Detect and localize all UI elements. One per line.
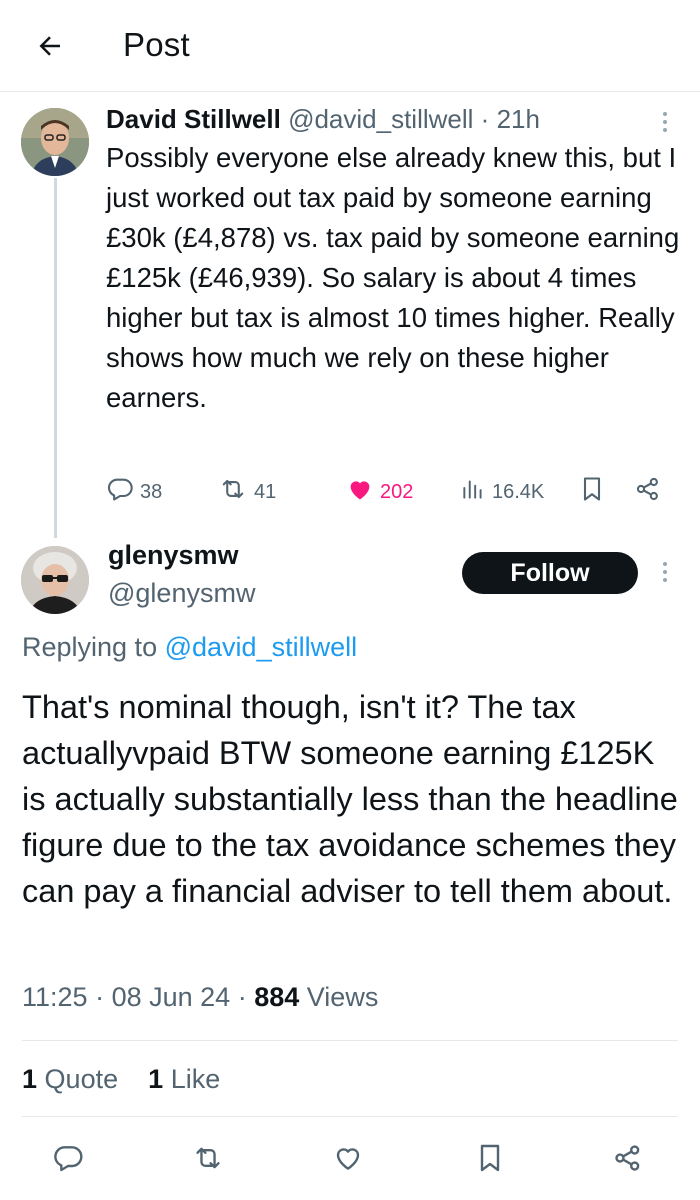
reply-icon: [52, 1142, 84, 1179]
views-count: 16.4K: [492, 480, 545, 503]
meta-separator: ·: [480, 104, 490, 134]
post-timestamp-line: 11:25 · 08 Jun 24 · 884 Views: [22, 982, 378, 1013]
reply-author-handle[interactable]: @glenysmw: [108, 578, 255, 609]
replying-to-line: Replying to @david_stillwell: [22, 632, 357, 663]
quotes-label: Quote: [44, 1064, 119, 1094]
reply-icon: [106, 475, 134, 509]
likes-label: Like: [170, 1064, 221, 1094]
divider: [22, 1040, 678, 1041]
reply-post-text: That's nominal though, isn't it? The tax…: [22, 689, 678, 909]
repost-icon: [191, 1142, 225, 1179]
quotes-stat[interactable]: 1 Quote: [22, 1064, 118, 1094]
parent-author-name[interactable]: David Stillwell: [106, 104, 281, 134]
reply-count: 38: [140, 480, 163, 503]
share-button[interactable]: [634, 474, 662, 510]
replying-to-mention[interactable]: @david_stillwell: [165, 632, 357, 662]
likes-count: 1: [148, 1064, 164, 1094]
share-icon: [634, 475, 662, 509]
like-button[interactable]: 202: [346, 474, 413, 510]
quotes-count: 1: [22, 1064, 38, 1094]
like-button[interactable]: [330, 1142, 366, 1178]
reply-button[interactable]: [50, 1142, 86, 1178]
parent-author-handle[interactable]: @david_stillwell: [288, 104, 473, 134]
avatar-david-stillwell[interactable]: [21, 108, 89, 176]
parent-author-line: David Stillwell @david_stillwell · 21h: [106, 104, 540, 135]
like-count: 202: [380, 480, 414, 503]
repost-button[interactable]: 41: [218, 474, 276, 510]
share-icon: [612, 1142, 644, 1179]
views-count-bold: 884: [254, 982, 300, 1012]
divider: [22, 1116, 678, 1117]
bookmark-button[interactable]: [472, 1142, 508, 1178]
replying-to-label: Replying to: [22, 632, 158, 662]
focused-post-action-bar: [0, 1134, 700, 1184]
bookmark-icon: [474, 1142, 506, 1179]
more-options-icon[interactable]: [660, 562, 670, 582]
bookmark-button[interactable]: [578, 474, 606, 510]
parent-post-text: Possibly everyone else already knew this…: [106, 142, 680, 413]
bookmark-icon: [578, 475, 606, 509]
avatar-glenysmw[interactable]: [21, 546, 89, 614]
follow-button[interactable]: Follow: [462, 552, 638, 594]
heart-filled-icon: [346, 475, 374, 509]
meta-separator: ·: [95, 982, 112, 1012]
post-time[interactable]: 11:25: [22, 982, 88, 1012]
views-label: Views: [306, 982, 379, 1012]
stat-spacer: [126, 1064, 141, 1094]
engagement-stats: 1 Quote 1 Like: [22, 1064, 220, 1095]
repost-count: 41: [254, 480, 277, 503]
heart-icon: [332, 1142, 364, 1179]
repost-icon: [218, 475, 248, 509]
views-button[interactable]: 16.4K: [460, 474, 544, 510]
top-bar: Post: [0, 0, 700, 92]
post-date[interactable]: 08 Jun 24: [112, 982, 231, 1012]
parent-action-bar: 38 41 202 16.4K: [106, 474, 676, 510]
parent-timestamp[interactable]: 21h: [497, 104, 540, 134]
share-button[interactable]: [610, 1142, 646, 1178]
reply-author-name[interactable]: glenysmw: [108, 540, 239, 571]
thread-connector-line: [54, 178, 57, 538]
reply-button[interactable]: 38: [106, 474, 162, 510]
page-title: Post: [123, 26, 190, 63]
more-options-icon[interactable]: [660, 112, 670, 132]
back-arrow-icon[interactable]: [30, 26, 70, 66]
meta-separator: ·: [237, 982, 255, 1012]
repost-button[interactable]: [190, 1142, 226, 1178]
bar-chart-icon: [460, 475, 486, 509]
likes-stat[interactable]: 1 Like: [148, 1064, 220, 1094]
